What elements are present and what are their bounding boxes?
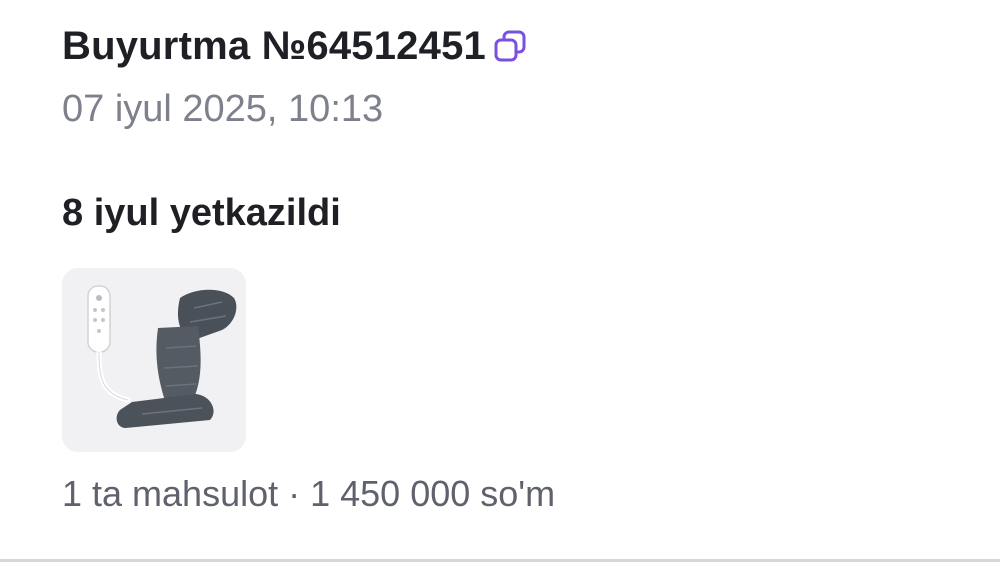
copy-icon-glyph bbox=[494, 30, 526, 62]
order-card[interactable]: Buyurtma №64512451 07 iyul 2025, 10:13 8… bbox=[0, 0, 1000, 562]
order-title: Buyurtma №64512451 bbox=[62, 24, 486, 68]
order-header: Buyurtma №64512451 bbox=[62, 22, 530, 70]
order-summary: 1 ta mahsulot · 1 450 000 so'm bbox=[62, 473, 556, 514]
leg-massager-image bbox=[87, 285, 237, 428]
copy-icon[interactable] bbox=[490, 26, 530, 66]
order-date: 07 iyul 2025, 10:13 bbox=[62, 88, 384, 130]
product-thumbnail[interactable] bbox=[62, 268, 246, 452]
delivery-status: 8 iyul yetkazildi bbox=[62, 192, 341, 234]
